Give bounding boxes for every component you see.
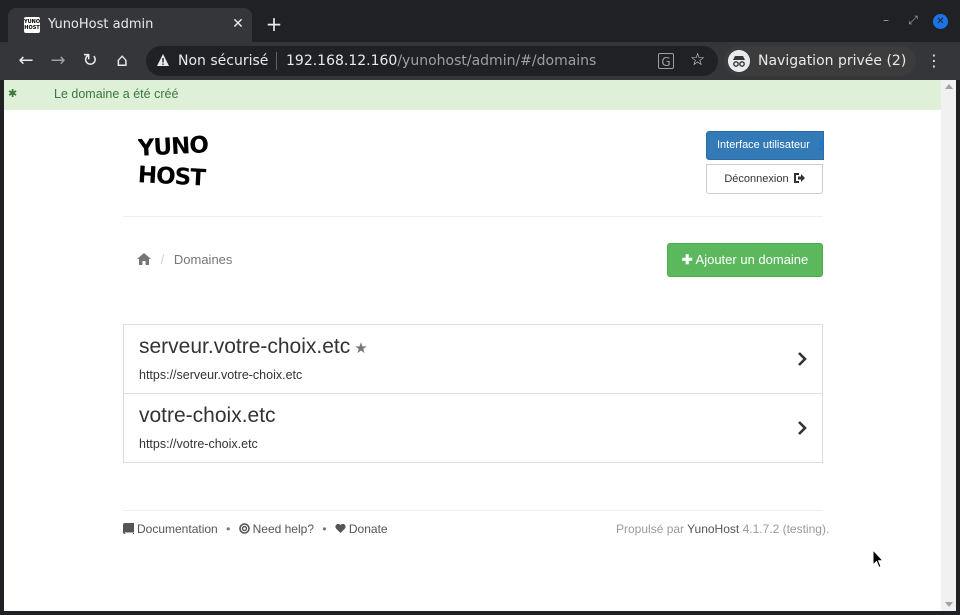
user-interface-label: Interface utilisateur	[717, 139, 810, 151]
footer-powered-by: Propulsé par YunoHost 4.1.7.2 (testing).	[616, 522, 829, 536]
footer-links: Documentation • Need help? • Donate	[123, 522, 388, 536]
yunohost-logo[interactable]: YUNO HOST	[138, 130, 210, 192]
back-arrow-icon[interactable]: ←	[15, 50, 37, 72]
footer-separator: •	[322, 522, 327, 536]
documentation-link[interactable]: Documentation	[123, 522, 221, 536]
page-viewport: ✱ Le domaine a été créé YUNO HOST Interf…	[4, 80, 941, 611]
close-window-icon[interactable]: ✕	[933, 14, 948, 29]
browser-menu-icon[interactable]: ⋮	[926, 50, 942, 72]
browser-tab[interactable]: YUNO HOST YunoHost admin ✕	[8, 8, 252, 42]
translate-icon[interactable]: G	[658, 53, 674, 69]
home-icon[interactable]	[137, 253, 151, 265]
security-label[interactable]: Non sécurisé	[178, 53, 268, 69]
svg-text:YUNO: YUNO	[138, 132, 209, 162]
address-separator	[276, 52, 277, 70]
forward-arrow-icon[interactable]: →	[47, 50, 69, 72]
incognito-label: Navigation privée (2)	[758, 53, 907, 69]
url-host: 192.168.12.160	[286, 53, 398, 69]
heart-icon	[335, 523, 346, 533]
powered-prefix: Propulsé par	[616, 522, 685, 536]
chevron-right-icon	[798, 352, 807, 366]
domain-list-item[interactable]: votre-choix.etc https://votre-choix.etc	[123, 393, 823, 463]
donate-link[interactable]: Donate	[335, 522, 388, 536]
minimize-icon[interactable]: –	[878, 12, 894, 28]
sign-out-icon	[793, 173, 805, 183]
incognito-indicator[interactable]: Navigation privée (2)	[724, 46, 916, 76]
vertical-scrollbar[interactable]	[941, 80, 956, 611]
user-interface-button[interactable]: Interface utilisateur 👤	[706, 131, 824, 160]
domain-name: votre-choix.etc	[139, 404, 276, 427]
help-label: Need help?	[252, 522, 314, 536]
url-text[interactable]: 192.168.12.160/yunohost/admin/#/domains	[286, 53, 596, 69]
mouse-cursor-icon	[872, 549, 884, 569]
add-domain-button[interactable]: ✚ Ajouter un domaine	[667, 243, 823, 277]
browser-toolbar: ← → ↻ ⌂ Non sécurisé 192.168.12.160/yuno…	[0, 42, 960, 80]
domain-name-text: serveur.votre-choix.etc	[139, 335, 351, 358]
tab-title: YunoHost admin	[48, 17, 154, 32]
address-bar[interactable]: Non sécurisé 192.168.12.160/yunohost/adm…	[146, 46, 718, 76]
user-icon: 👤	[817, 139, 823, 151]
domain-list-item[interactable]: serveur.votre-choix.etc ★ https://serveur…	[123, 324, 823, 394]
footer-separator: •	[226, 522, 231, 536]
warning-icon	[157, 54, 169, 66]
home-button-icon[interactable]: ⌂	[111, 50, 133, 72]
restore-icon[interactable]: ⤢	[905, 12, 921, 28]
svg-text:HOST: HOST	[138, 162, 207, 192]
help-link[interactable]: Need help?	[238, 522, 318, 536]
domain-url: https://votre-choix.etc	[139, 437, 258, 451]
add-domain-label: Ajouter un domaine	[695, 252, 809, 267]
donate-label: Donate	[348, 522, 388, 536]
scroll-up-arrow-icon[interactable]	[945, 84, 953, 89]
domain-name: serveur.votre-choix.etc ★	[139, 335, 368, 359]
bookmark-star-icon[interactable]: ☆	[690, 50, 705, 70]
logout-label: Déconnexion	[724, 173, 789, 185]
documentation-label: Documentation	[137, 522, 218, 536]
domain-url: https://serveur.votre-choix.etc	[139, 368, 303, 382]
chevron-right-icon	[798, 421, 807, 435]
pin-icon: ✱	[8, 87, 18, 100]
reload-icon[interactable]: ↻	[79, 50, 101, 72]
plus-icon: ✚	[681, 252, 693, 267]
life-ring-icon	[238, 523, 250, 534]
breadcrumb: / Domaines	[137, 252, 232, 267]
scroll-down-arrow-icon[interactable]	[945, 602, 953, 607]
logout-button[interactable]: Déconnexion	[706, 164, 823, 194]
yunohost-link[interactable]: YunoHost	[687, 522, 739, 536]
breadcrumb-separator: /	[160, 252, 165, 267]
yunohost-favicon-icon: YUNO HOST	[24, 17, 41, 33]
url-path: /yunohost/admin/#/domains	[397, 53, 597, 69]
success-alert: ✱ Le domaine a été créé	[4, 80, 941, 110]
breadcrumb-current: Domaines	[173, 252, 233, 267]
new-tab-icon[interactable]: +	[264, 14, 284, 34]
book-icon	[123, 523, 134, 534]
domain-list: serveur.votre-choix.etc ★ https://serveur…	[123, 324, 823, 463]
main-domain-star-icon: ★	[354, 340, 368, 357]
version-label: 4.1.7.2 (testing).	[742, 522, 830, 536]
header-divider	[123, 216, 823, 217]
alert-message: Le domaine a été créé	[54, 87, 179, 101]
footer-divider	[123, 510, 823, 511]
close-tab-icon[interactable]: ✕	[230, 16, 246, 32]
incognito-icon	[728, 50, 750, 72]
browser-tab-bar: YUNO HOST YunoHost admin ✕ + – ⤢ ✕	[0, 0, 960, 42]
